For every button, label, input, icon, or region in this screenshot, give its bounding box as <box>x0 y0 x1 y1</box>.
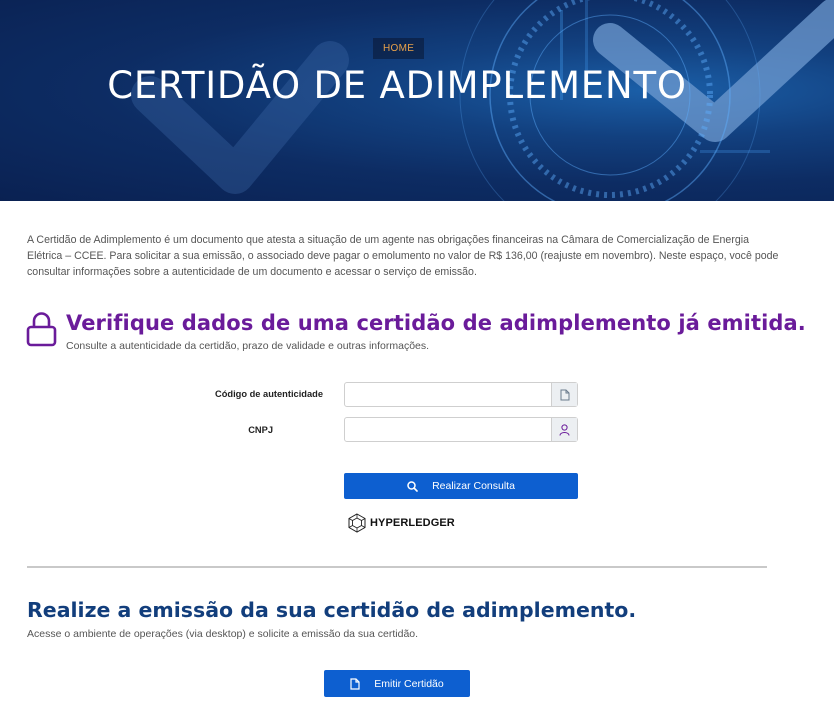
issue-certificate-button[interactable]: Emitir Certidão <box>324 670 470 697</box>
hero-banner: HOME CERTIDÃO DE ADIMPLEMENTO <box>0 0 834 201</box>
emission-section-title: Realize a emissão da sua certidão de adi… <box>27 598 637 622</box>
intro-paragraph: A Certidão de Adimplemento é um document… <box>27 234 779 278</box>
submit-query-label: Realizar Consulta <box>432 480 515 492</box>
document-icon <box>551 383 577 406</box>
hyperledger-text: HYPERLEDGER <box>370 517 455 529</box>
issue-certificate-label: Emitir Certidão <box>374 677 444 690</box>
submit-query-button[interactable]: Realizar Consulta <box>344 473 578 499</box>
hyperledger-logo-icon <box>348 513 366 533</box>
verify-section-title: Verifique dados de uma certidão de adimp… <box>66 311 806 335</box>
cnpj-label: CNPJ <box>248 425 273 435</box>
auth-code-field <box>344 382 578 407</box>
auth-code-label: Código de autenticidade <box>215 389 323 399</box>
lock-icon <box>26 312 57 352</box>
page-title: CERTIDÃO DE ADIMPLEMENTO <box>107 64 687 107</box>
file-icon <box>350 677 360 690</box>
section-divider <box>27 566 767 568</box>
emission-section-subtitle: Acesse o ambiente de operações (via desk… <box>27 628 419 640</box>
cnpj-field <box>344 417 578 442</box>
user-icon <box>551 418 577 441</box>
auth-code-input[interactable] <box>345 383 551 406</box>
hyperledger-logo: HYPERLEDGER <box>347 513 455 533</box>
search-icon <box>407 480 418 492</box>
cnpj-input[interactable] <box>345 418 551 441</box>
verify-section-subtitle: Consulte a autenticidade da certidão, pr… <box>66 340 430 352</box>
breadcrumb-home[interactable]: HOME <box>373 38 425 59</box>
